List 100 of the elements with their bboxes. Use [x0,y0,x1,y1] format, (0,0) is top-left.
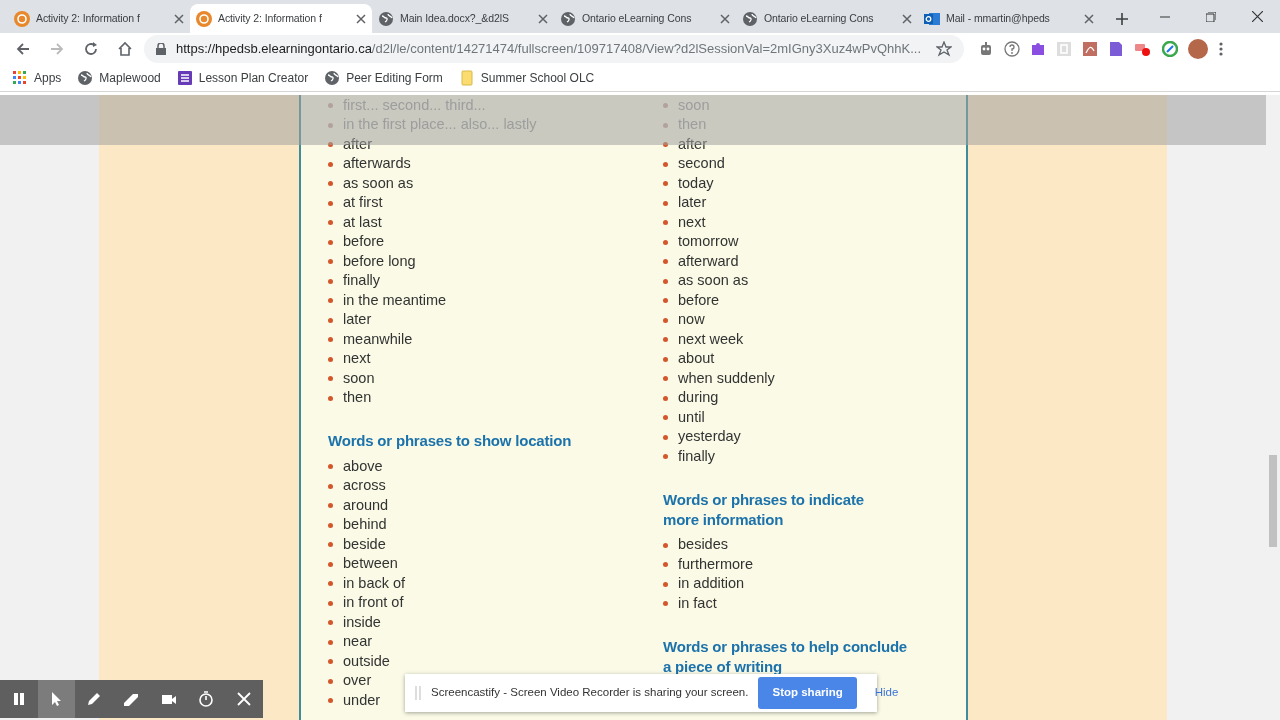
list-item-text: until [678,407,705,427]
bullet-icon [663,562,668,568]
close-tab-button[interactable] [902,13,912,24]
bullet-icon [328,181,333,187]
bullet-icon [663,103,668,109]
star-icon[interactable] [936,41,952,57]
bullet-icon [328,356,333,362]
close-icon [1084,13,1094,24]
plus-icon [1116,13,1128,25]
bullet-icon [328,142,333,148]
brightspace-logo-icon [196,10,212,27]
back-arrow-icon [16,42,30,56]
document-icon[interactable] [1082,41,1098,57]
globe-icon [77,70,94,86]
drag-handle-icon [415,686,421,700]
list-item-text: before long [343,251,416,271]
home-icon [117,41,133,57]
form-icon [176,70,193,86]
bullet-icon [328,220,333,226]
list-item-text: yesterday [678,427,741,447]
list-item-text: finally [343,271,381,291]
close-tab-button[interactable] [720,13,730,24]
section-heading: Words or phrases to help conclude a piece of writing [663,636,908,677]
list-item-text: in the meantime [343,290,447,310]
globe-icon [378,10,394,27]
bookmark-link[interactable]: Peer Editing Form [324,69,443,87]
close-tab-button[interactable] [538,13,548,24]
bullet-icon [663,434,668,440]
apps-grid-icon [12,70,28,86]
bullet-icon [328,639,333,645]
close-tab-button[interactable] [1084,13,1094,24]
list-item-text: after [678,134,707,154]
browser-tab[interactable]: Activity 2: Information f [190,4,372,33]
avatar-icon[interactable] [1188,39,1208,59]
list-item-text: across [343,476,386,496]
browser-tab[interactable]: Ontario eLearning Cons [736,4,918,33]
bookmark-link[interactable]: Summer School OLC [458,69,595,87]
bullet-icon [328,278,333,284]
list-item-text: over [343,671,372,691]
list-item-text: between [343,554,398,574]
more-menu-icon[interactable] [1218,41,1224,57]
browser-tab[interactable]: Ontario eLearning Cons [554,4,736,33]
list-item-text: about [678,349,715,369]
close-tab-button[interactable] [356,13,366,24]
section-heading: Words or phrases to show location [328,431,573,451]
list-item-text: behind [343,515,387,535]
list-item-text: as soon as [678,271,749,291]
close-icon [235,691,252,707]
browser-tab[interactable]: Activity 2: Information f [8,4,190,33]
bullet-icon [663,337,668,343]
list-item-text: near [343,632,373,652]
close-tab-button[interactable] [174,13,184,24]
eraser-icon [123,691,140,707]
hide-link[interactable]: Hide [874,684,899,702]
bullet-icon [663,542,668,548]
list-item-text: then [343,388,372,408]
list-item-text: as soon as [343,173,414,193]
bullet-icon [663,181,668,187]
bookmark-link[interactable]: Lesson Plan Creator [176,69,309,87]
pdf-file-icon[interactable] [1108,41,1124,57]
list-item-text: in fact [678,593,717,613]
close-icon [720,13,730,24]
bookmark-link[interactable]: Maplewood [77,69,161,87]
bullet-icon [328,503,333,509]
list-item-text: later [343,310,372,330]
bullet-icon [328,698,333,704]
bullet-icon [328,542,333,548]
browser-tab[interactable]: Main Idea.docx?_&d2lS [372,4,554,33]
bullet-icon [328,298,333,304]
list-item-text: above [343,456,383,476]
scrollbar-thumb[interactable] [1269,455,1277,547]
recorder-tool-button[interactable] [37,680,75,718]
help-icon[interactable] [1004,41,1020,57]
list-item-text: in front of [343,593,404,613]
stop-sharing-button[interactable]: Stop sharing [758,677,857,709]
list-item-text: now [678,310,705,330]
list-item-text: during [678,388,719,408]
list-item-text: in addition [678,574,745,594]
bullet-icon [663,376,668,382]
bullet-icon [328,122,333,128]
record-icon[interactable] [1134,41,1152,57]
address-bar[interactable]: https://hpedsb.elearningontario.ca/d2l/le/content/14271474/fullscreen/109717408/View?d2lSessionVal=2mIGny3Xuz4wPvQhhK... [144,35,964,63]
bullet-icon [328,317,333,323]
bullet-icon [328,483,333,489]
url-text: https://hpedsb.elearningontario.ca/d2l/le/content/14271474/fullscreen/109717408/View?d2lSessionVal=2mIGny3Xuz4wPvQhhK... [176,40,922,59]
bullet-icon [328,678,333,684]
bullet-icon [663,415,668,421]
new-tab-button[interactable] [1116,13,1128,25]
forward-arrow-icon [50,42,64,56]
list-item-text: outside [343,651,390,671]
list-item-text: afterward [678,251,739,271]
robot-icon[interactable] [978,41,994,57]
section-heading: Words or phrases to indicate more information [663,489,865,530]
bullet-icon [663,161,668,167]
bullet-icon [328,376,333,382]
bookmark-link[interactable]: Apps [12,69,62,87]
browser-tab[interactable]: Mail - mmartin@hpeds [918,4,1100,33]
list-item-text: under [343,690,381,710]
bullet-icon [663,581,668,587]
bullet-icon [663,200,668,206]
